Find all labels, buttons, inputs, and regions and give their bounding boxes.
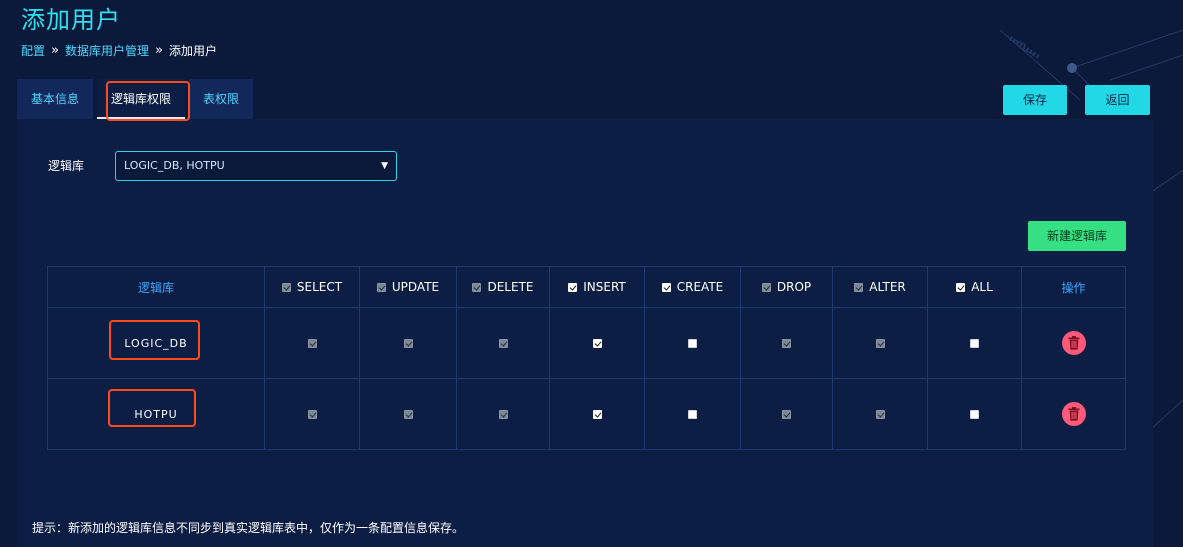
header-label: UPDATE [391,280,440,294]
permissions-table: 逻辑库 SELECT UPDATE DELETE INSERT CREATE D… [47,266,1126,450]
tab-table-permissions[interactable]: 表权限 [189,79,254,119]
header-delete: DELETE [456,266,550,308]
perm-cell [740,378,833,450]
perm-checkbox[interactable] [782,339,791,348]
perm-checkbox[interactable] [688,339,697,348]
perm-cell [832,378,928,450]
perm-checkbox[interactable] [498,410,508,419]
highlight-box-logic-db [109,320,200,360]
perm-checkbox[interactable] [970,410,979,419]
header-checkbox[interactable] [472,283,482,292]
header-label: SELECT [296,280,343,294]
header-logic-db: 逻辑库 [47,266,265,308]
header-label: INSERT [583,280,626,294]
header-checkbox[interactable] [376,283,386,292]
save-button[interactable]: 保存 [1003,85,1067,115]
header-checkbox[interactable] [281,283,291,292]
logic-db-label: 逻辑库 [48,159,85,173]
perm-cell [264,307,360,379]
header-checkbox[interactable] [761,283,771,292]
hint-text: 提示：新添加的逻辑库信息不同步到真实逻辑库表中，仅作为一条配置信息保存。 [32,521,465,535]
table-header-row: 逻辑库 SELECT UPDATE DELETE INSERT CREATE D… [47,266,1126,308]
delete-button[interactable] [1061,402,1086,426]
table-row: HOTPU [47,378,1126,450]
perm-checkbox[interactable] [782,410,791,419]
double-chevron-right-icon: » [51,43,59,58]
perm-cell [927,307,1022,379]
highlight-box-tab [106,81,190,121]
table-row: LOGIC_DB [47,307,1126,379]
page-title: 添加用户 [21,6,121,34]
logic-db-select[interactable]: LOGIC_DB, HOTPU ▼ [115,151,397,181]
header-label: ALL [971,280,993,294]
perm-cell [549,307,645,379]
perm-cell [644,378,741,450]
header-checkbox[interactable] [661,283,671,292]
double-chevron-right-icon: » [155,43,163,58]
perm-cell [549,378,645,450]
header-update: UPDATE [359,266,457,308]
perm-checkbox[interactable] [498,339,508,348]
perm-checkbox[interactable] [875,410,885,419]
perm-checkbox[interactable] [403,339,413,348]
perm-checkbox[interactable] [970,339,979,348]
trash-icon [1068,336,1079,350]
perm-checkbox[interactable] [403,410,413,419]
caret-down-icon: ▼ [381,161,388,171]
perm-cell [359,378,457,450]
header-checkbox[interactable] [956,283,966,292]
breadcrumb-config[interactable]: 配置 [21,42,45,59]
header-drop: DROP [740,266,833,308]
header-actions: 操作 [1021,266,1126,308]
new-logic-db-button[interactable]: 新建逻辑库 [1028,221,1126,251]
perm-checkbox[interactable] [688,410,697,419]
perm-cell [456,378,550,450]
perm-cell [359,307,457,379]
back-button[interactable]: 返回 [1085,85,1150,115]
perm-checkbox[interactable] [592,339,602,348]
highlight-box-hotpu [108,389,196,427]
header-insert: INSERT [549,266,645,308]
perm-checkbox[interactable] [307,339,317,348]
perm-cell [927,378,1022,450]
perm-cell [832,307,928,379]
trash-icon [1068,407,1079,421]
header-select: SELECT [264,266,360,308]
perm-cell [740,307,833,379]
action-cell [1021,307,1126,379]
header-create: CREATE [644,266,741,308]
header-checkbox[interactable] [568,283,578,292]
breadcrumb-db-user-management[interactable]: 数据库用户管理 [65,42,149,59]
header-alter: ALTER [832,266,928,308]
breadcrumb: 配置 » 数据库用户管理 » 添加用户 [21,42,217,59]
perm-checkbox[interactable] [875,339,885,348]
action-cell [1021,378,1126,450]
breadcrumb-current: 添加用户 [168,44,217,58]
header-label: DROP [776,280,812,294]
header-label: ALTER [869,280,906,294]
header-label: DELETE [487,280,534,294]
logic-db-select-value: LOGIC_DB, HOTPU [124,159,225,172]
tab-basic-info[interactable]: 基本信息 [17,79,94,119]
perm-cell [644,307,741,379]
perm-cell [264,378,360,450]
header-all: ALL [927,266,1022,308]
perm-cell [456,307,550,379]
perm-checkbox[interactable] [592,410,602,419]
header-checkbox[interactable] [854,283,864,292]
perm-checkbox[interactable] [307,410,317,419]
delete-button[interactable] [1061,331,1086,355]
header-label: CREATE [676,280,724,294]
